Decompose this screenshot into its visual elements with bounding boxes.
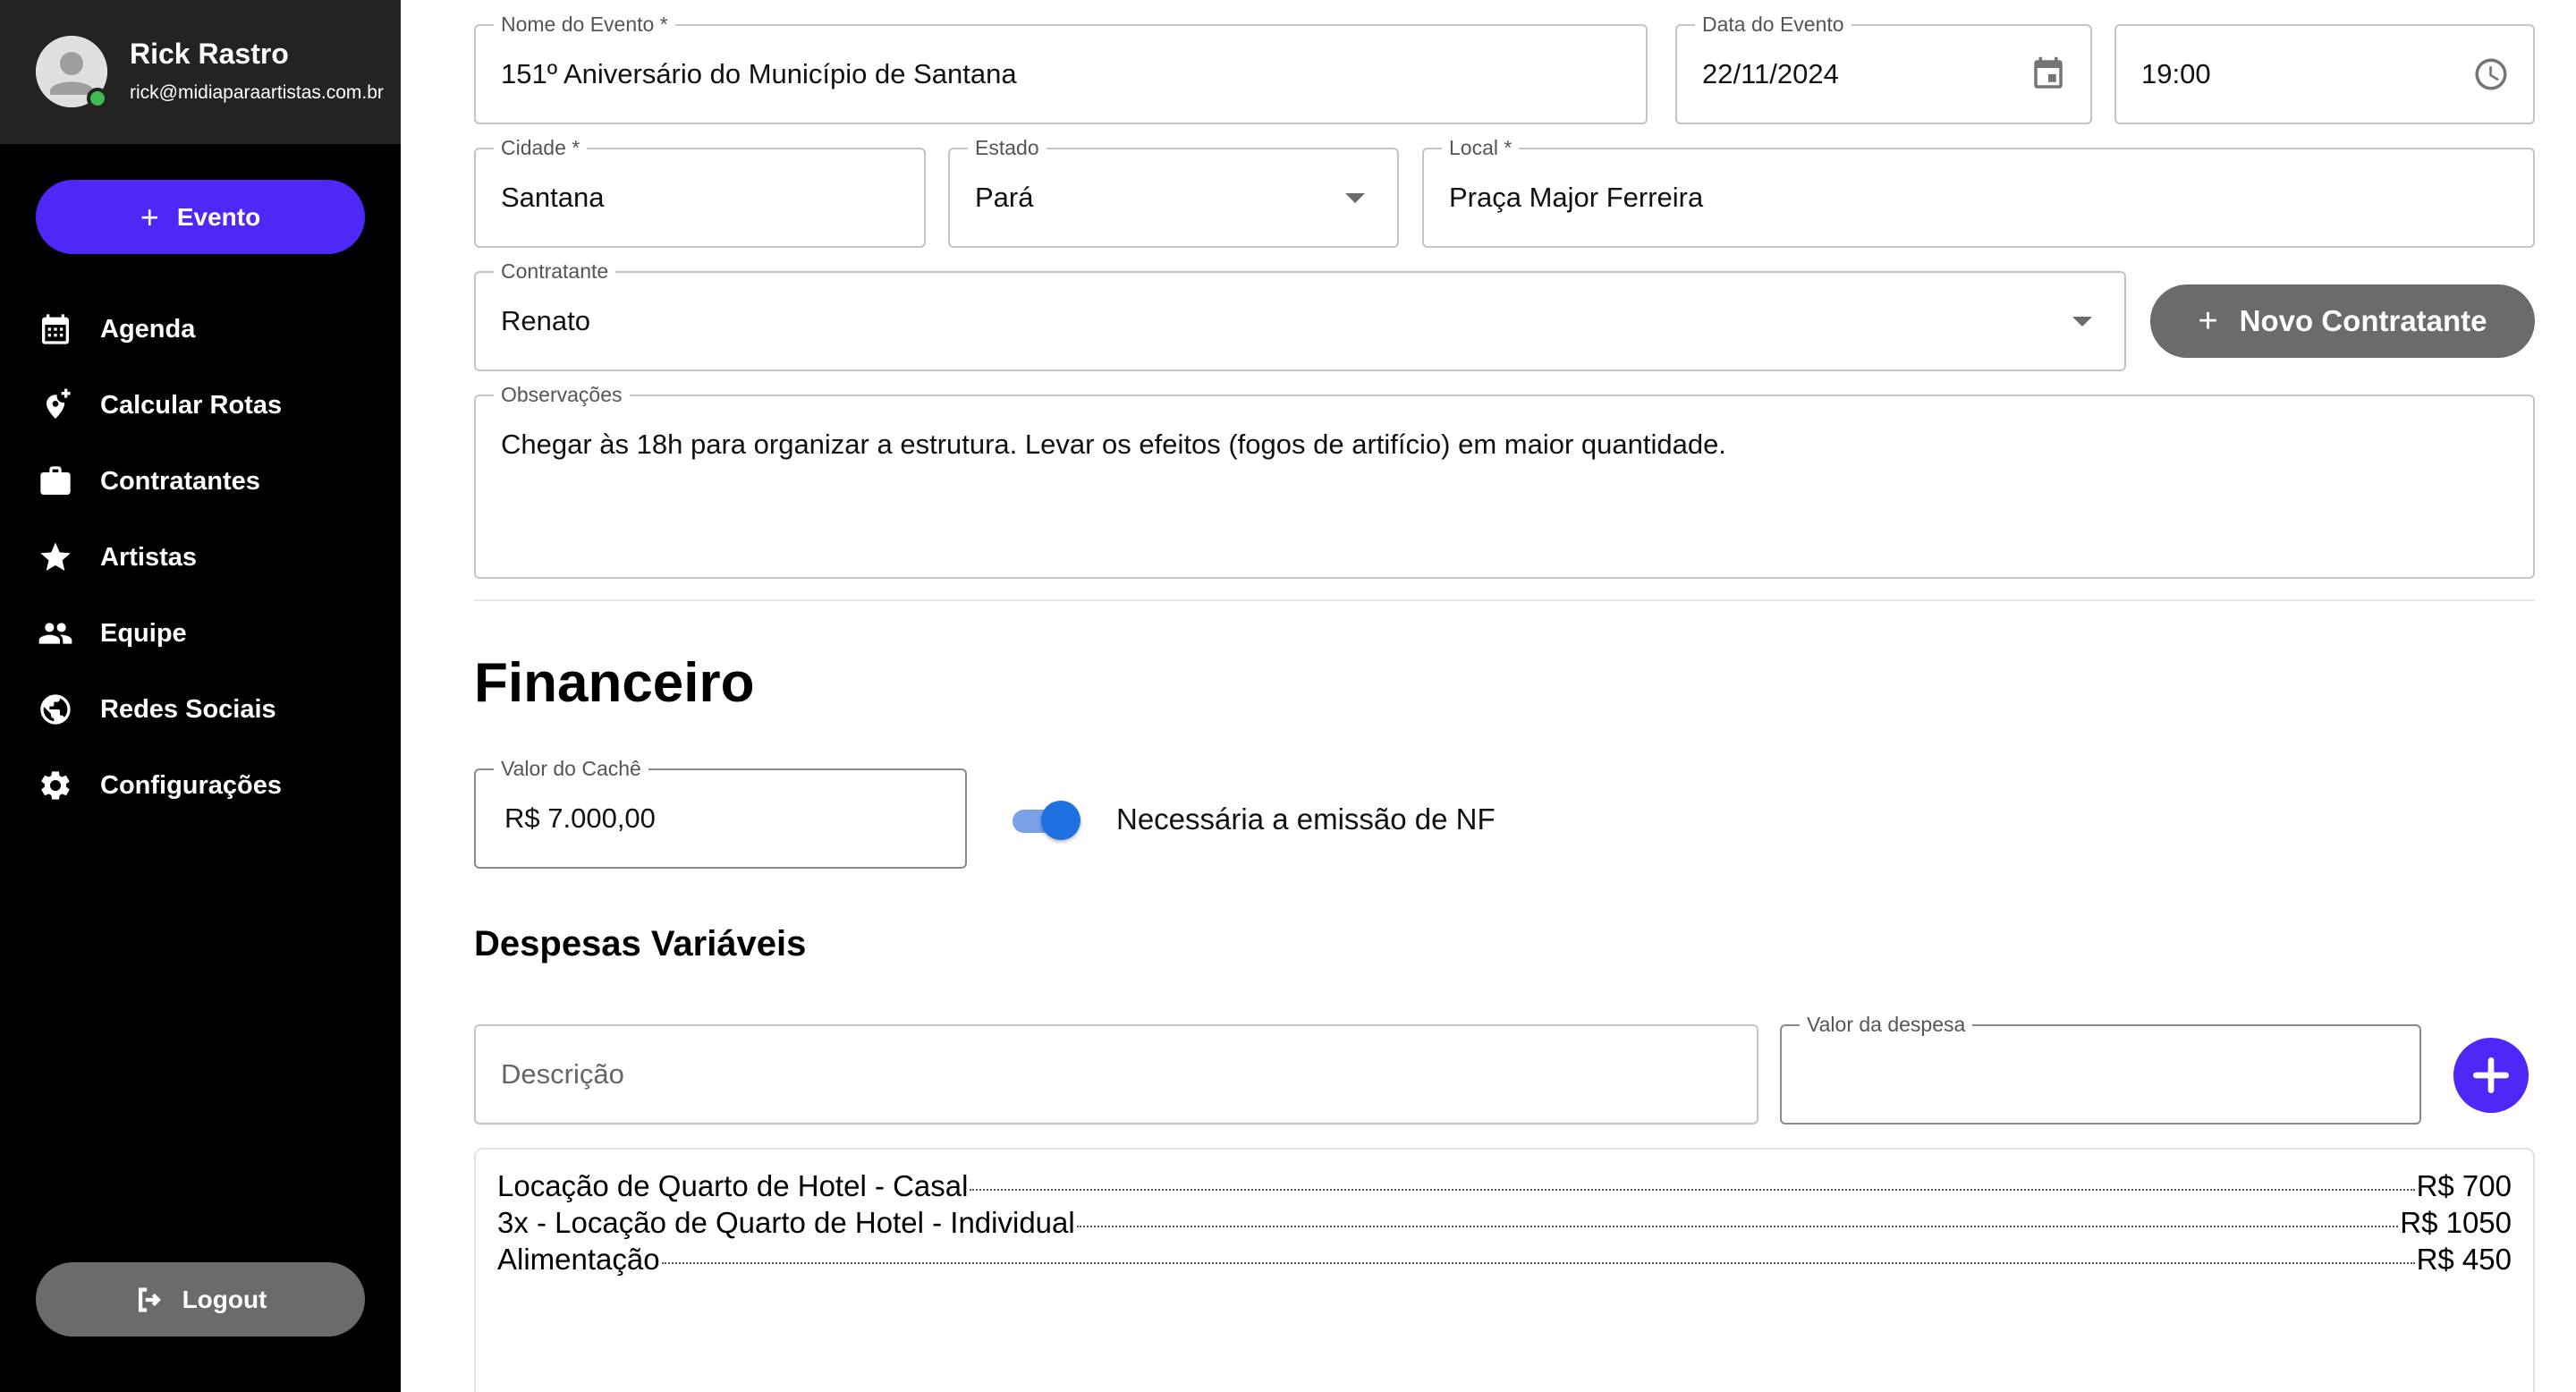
- dot-leader: [1076, 1226, 2399, 1227]
- sidebar-item-configuracoes[interactable]: Configurações: [36, 760, 376, 811]
- sidebar-item-agenda[interactable]: Agenda: [36, 304, 376, 354]
- expense-amount: R$ 1050: [2400, 1206, 2512, 1239]
- online-status-indicator: [87, 88, 108, 109]
- fee-value[interactable]: R$ 7.000,00: [504, 802, 656, 835]
- venue-label: Local *: [1442, 135, 1520, 160]
- city-label: Cidade *: [494, 135, 588, 160]
- dot-leader: [661, 1262, 2415, 1264]
- city-value[interactable]: Santana: [501, 182, 605, 214]
- notes-label: Observações: [494, 382, 630, 407]
- expense-value-label: Valor da despesa: [1800, 1012, 1973, 1037]
- event-date-field[interactable]: Data do Evento 22/11/2024: [1675, 12, 2092, 124]
- city-field[interactable]: Cidade * Santana: [474, 135, 926, 248]
- expense-amount: R$ 450: [2416, 1243, 2512, 1276]
- financeiro-heading: Financeiro: [474, 652, 755, 714]
- venue-field[interactable]: Local * Praça Major Ferreira: [1422, 135, 2535, 248]
- section-divider: [474, 599, 2535, 601]
- sidebar-item-redes-sociais[interactable]: Redes Sociais: [36, 684, 376, 734]
- toggle-thumb: [1041, 801, 1080, 840]
- expense-amount: R$ 700: [2416, 1169, 2512, 1202]
- contractor-label: Contratante: [494, 259, 616, 284]
- sidebar-item-label: Calcular Rotas: [100, 390, 283, 420]
- expense-description-input[interactable]: Descrição: [474, 1024, 1758, 1125]
- notes-value[interactable]: Chegar às 18h para organizar a estrutura…: [501, 429, 1726, 461]
- expense-list: Locação de Quarto de Hotel - Casal R$ 70…: [474, 1148, 2535, 1392]
- sidebar-item-contratantes[interactable]: Contratantes: [36, 456, 376, 506]
- nf-toggle[interactable]: [1009, 801, 1080, 840]
- notes-field[interactable]: Observações Chegar às 18h para organizar…: [474, 382, 2535, 579]
- sidebar-item-label: Agenda: [100, 314, 196, 344]
- plus-icon: +: [140, 198, 159, 235]
- logout-button[interactable]: Logout: [36, 1262, 365, 1337]
- sidebar-item-label: Configurações: [100, 770, 283, 800]
- event-name-label: Nome do Evento *: [494, 12, 675, 37]
- sidebar: Rick Rastro rick@midiaparaartistas.com.b…: [0, 0, 401, 1392]
- user-name: Rick Rastro: [130, 38, 289, 70]
- venue-value[interactable]: Praça Major Ferreira: [1449, 182, 1703, 214]
- calendar-icon: [36, 310, 75, 349]
- briefcase-icon: [36, 462, 75, 501]
- calendar-icon[interactable]: [2028, 54, 2069, 95]
- plus-icon: [2473, 1057, 2509, 1093]
- logout-icon: [138, 1287, 161, 1311]
- list-item: 3x - Locação de Quarto de Hotel - Indivi…: [497, 1204, 2512, 1241]
- user-profile: Rick Rastro rick@midiaparaartistas.com.b…: [0, 0, 401, 144]
- new-event-label: Evento: [176, 202, 261, 231]
- logout-label: Logout: [182, 1285, 267, 1313]
- event-name-value[interactable]: 151º Aniversário do Município de Santana: [501, 58, 1017, 90]
- event-date-value[interactable]: 22/11/2024: [1702, 58, 1839, 90]
- state-label: Estado: [968, 135, 1046, 160]
- chevron-down-icon[interactable]: [2062, 301, 2103, 342]
- new-event-button[interactable]: + Evento: [36, 180, 365, 254]
- event-name-field[interactable]: Nome do Evento * 151º Aniversário do Mun…: [474, 12, 1648, 124]
- clock-icon[interactable]: [2470, 54, 2512, 95]
- event-time-value[interactable]: 19:00: [2141, 58, 2211, 90]
- sidebar-item-label: Redes Sociais: [100, 694, 276, 724]
- star-icon: [36, 538, 75, 577]
- nf-toggle-label: Necessária a emissão de NF: [1116, 802, 1496, 836]
- fee-label: Valor do Cachê: [494, 756, 648, 781]
- list-item: Alimentação R$ 450: [497, 1241, 2512, 1277]
- state-value: Pará: [975, 182, 1034, 213]
- sidebar-item-label: Artistas: [100, 542, 197, 572]
- gear-icon: [36, 766, 75, 805]
- dot-leader: [970, 1189, 2415, 1191]
- user-email: rick@midiaparaartistas.com.br: [130, 82, 384, 103]
- expenses-heading: Despesas Variáveis: [474, 924, 807, 963]
- globe-icon: [36, 690, 75, 729]
- group-icon: [36, 614, 75, 653]
- sidebar-item-label: Equipe: [100, 618, 187, 648]
- event-time-field[interactable]: 19:00: [2114, 24, 2535, 124]
- expense-description: Locação de Quarto de Hotel - Casal: [497, 1169, 969, 1202]
- expense-description: Alimentação: [497, 1243, 660, 1276]
- fee-field[interactable]: Valor do Cachê R$ 7.000,00: [474, 756, 967, 869]
- sidebar-item-calcular-rotas[interactable]: Calcular Rotas: [36, 380, 376, 430]
- chevron-down-icon[interactable]: [1335, 177, 1376, 218]
- new-contractor-label: Novo Contratante: [2239, 304, 2487, 337]
- list-item: Locação de Quarto de Hotel - Casal R$ 70…: [497, 1167, 2512, 1204]
- add-expense-button[interactable]: [2453, 1038, 2529, 1113]
- expense-description: 3x - Locação de Quarto de Hotel - Indivi…: [497, 1206, 1075, 1239]
- plus-icon: +: [2198, 301, 2218, 340]
- new-contractor-button[interactable]: + Novo Contratante: [2150, 284, 2535, 358]
- expense-value-input[interactable]: Valor da despesa: [1780, 1012, 2421, 1125]
- contractor-select[interactable]: Contratante Renato: [474, 259, 2126, 371]
- expense-description-placeholder: Descrição: [501, 1058, 624, 1090]
- event-date-label: Data do Evento: [1695, 12, 1852, 37]
- contractor-value: Renato: [501, 305, 590, 336]
- sidebar-item-equipe[interactable]: Equipe: [36, 608, 376, 658]
- sidebar-item-label: Contratantes: [100, 466, 260, 496]
- add-location-icon: [36, 386, 75, 425]
- sidebar-item-artistas[interactable]: Artistas: [36, 532, 376, 582]
- state-select[interactable]: Estado Pará: [948, 135, 1399, 248]
